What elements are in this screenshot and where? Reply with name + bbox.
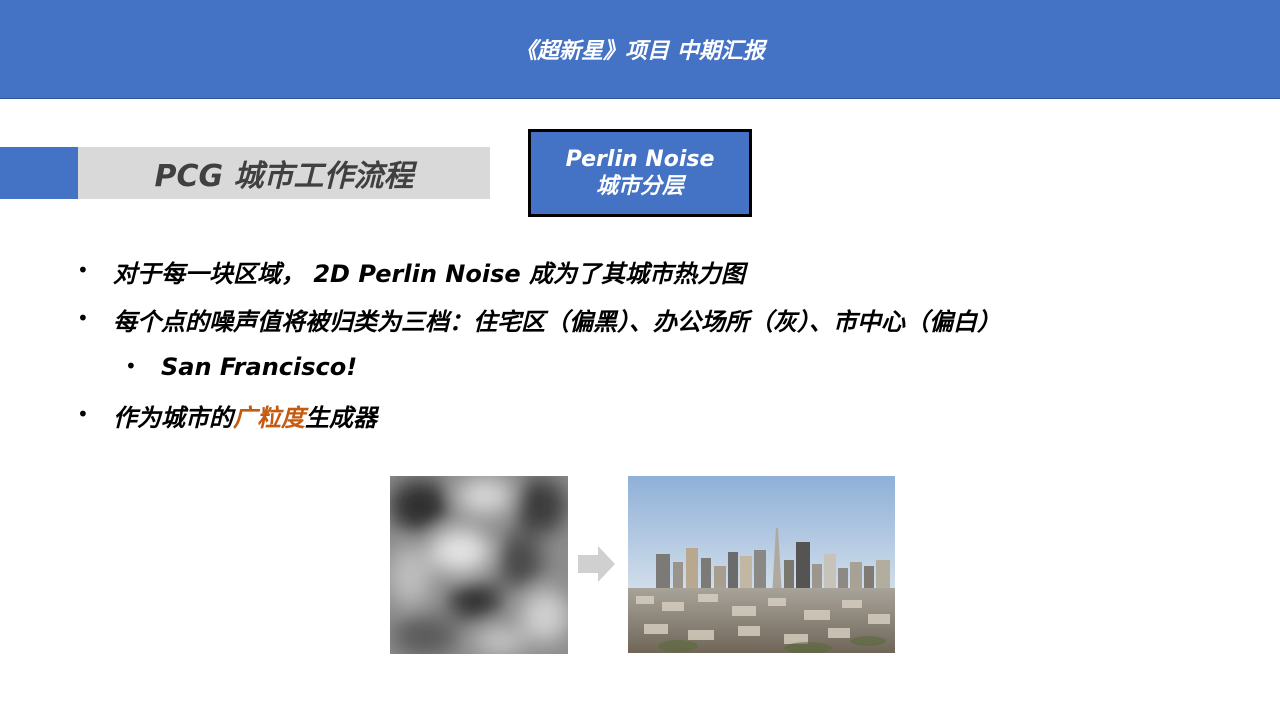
section-accent-block bbox=[0, 147, 78, 199]
bullet-highlight: 广粒度 bbox=[233, 403, 305, 432]
slide-title: 《超新星》项目 中期汇报 bbox=[515, 39, 765, 64]
bullet-text: 每个点的噪声值将被归类为三档：住宅区（偏黑）、办公场所（灰）、市中心（偏白） bbox=[113, 307, 1001, 336]
perlin-noise-graphic bbox=[390, 476, 568, 654]
slide-header: 《超新星》项目 中期汇报 bbox=[0, 0, 1280, 99]
bullet-text-suffix: 生成器 bbox=[305, 403, 377, 432]
perlin-noise-badge: Perlin Noise 城市分层 bbox=[528, 129, 752, 217]
perlin-noise-image bbox=[390, 476, 568, 654]
arrow-right-icon bbox=[578, 545, 616, 587]
badge-line-2: 城市分层 bbox=[595, 174, 684, 199]
bullet-text-prefix: 作为城市的 bbox=[113, 403, 233, 432]
city-photo-graphic bbox=[628, 476, 895, 653]
sub-bullet-dot: • bbox=[125, 354, 137, 378]
bullet-dot: • bbox=[77, 258, 89, 282]
badge-line-1: Perlin Noise bbox=[565, 146, 715, 172]
bullet-item: 作为城市的 广粒度 生成器 bbox=[113, 398, 377, 432]
bullet-item: 对于每一块区域， 2D Perlin Noise 成为了其城市热力图 bbox=[113, 254, 745, 288]
san-francisco-skyline-photo bbox=[628, 476, 895, 653]
bullet-text: San Francisco! bbox=[161, 353, 358, 381]
bullet-dot: • bbox=[77, 306, 89, 330]
section-title: PCG 城市工作流程 bbox=[154, 159, 414, 194]
bullet-text: 对于每一块区域， 2D Perlin Noise 成为了其城市热力图 bbox=[113, 259, 746, 288]
sub-bullet-item: San Francisco! bbox=[161, 350, 357, 384]
section-title-bar: PCG 城市工作流程 bbox=[78, 147, 490, 199]
bullet-dot: • bbox=[77, 402, 89, 426]
bullet-item: 每个点的噪声值将被归类为三档：住宅区（偏黑）、办公场所（灰）、市中心（偏白） bbox=[113, 302, 1001, 336]
